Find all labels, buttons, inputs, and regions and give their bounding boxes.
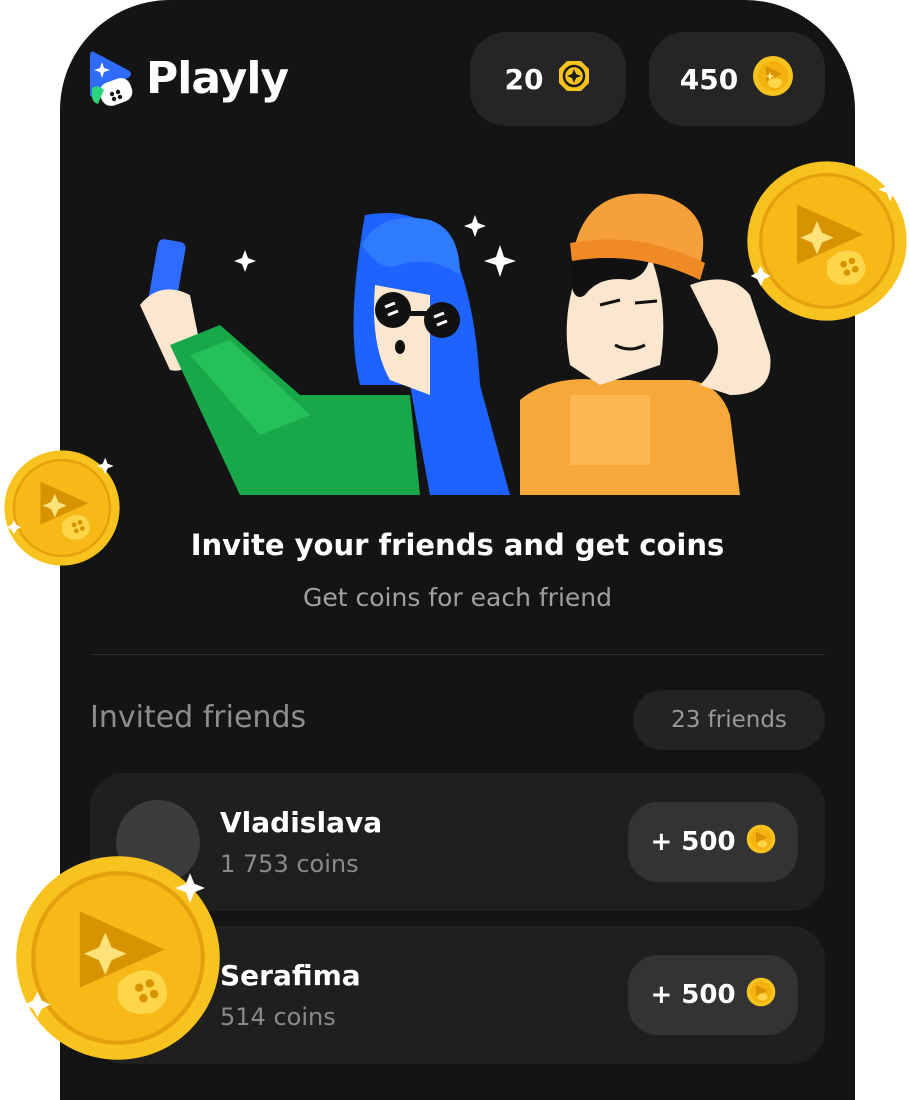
tokens-balance[interactable]: 20 bbox=[470, 32, 626, 126]
tokens-value: 20 bbox=[504, 62, 544, 96]
divider bbox=[90, 654, 825, 655]
friend-coins: 514 coins bbox=[220, 1003, 336, 1031]
friend-name: Vladislava bbox=[220, 806, 383, 839]
invite-title: Invite your friends and get coins bbox=[190, 528, 725, 562]
brand-name: Playly bbox=[146, 52, 289, 104]
token-icon bbox=[557, 59, 591, 100]
invite-subtitle: Get coins for each friend bbox=[303, 583, 612, 612]
friend-name: Serafima bbox=[220, 959, 361, 992]
playly-logo-icon bbox=[88, 48, 136, 108]
coin-icon bbox=[746, 977, 776, 1014]
bonus-amount: + 500 bbox=[650, 827, 736, 857]
bonus-amount: + 500 bbox=[650, 980, 736, 1010]
floating-coin-icon bbox=[744, 158, 909, 328]
coins-balance[interactable]: 450 bbox=[649, 32, 825, 126]
coins-value: 450 bbox=[679, 62, 739, 96]
coin-icon bbox=[752, 55, 794, 104]
friends-selfie-illustration bbox=[130, 185, 790, 505]
friend-coins: 1 753 coins bbox=[220, 850, 359, 878]
coin-icon bbox=[746, 824, 776, 861]
claim-bonus-button[interactable]: + 500 bbox=[628, 802, 798, 882]
friends-count-badge: 23 friends bbox=[633, 690, 825, 750]
claim-bonus-button[interactable]: + 500 bbox=[628, 955, 798, 1035]
brand[interactable]: Playly bbox=[88, 48, 289, 108]
invited-friends-title: Invited friends bbox=[90, 700, 307, 735]
floating-coin-icon bbox=[2, 448, 122, 572]
floating-coin-icon bbox=[12, 852, 224, 1068]
